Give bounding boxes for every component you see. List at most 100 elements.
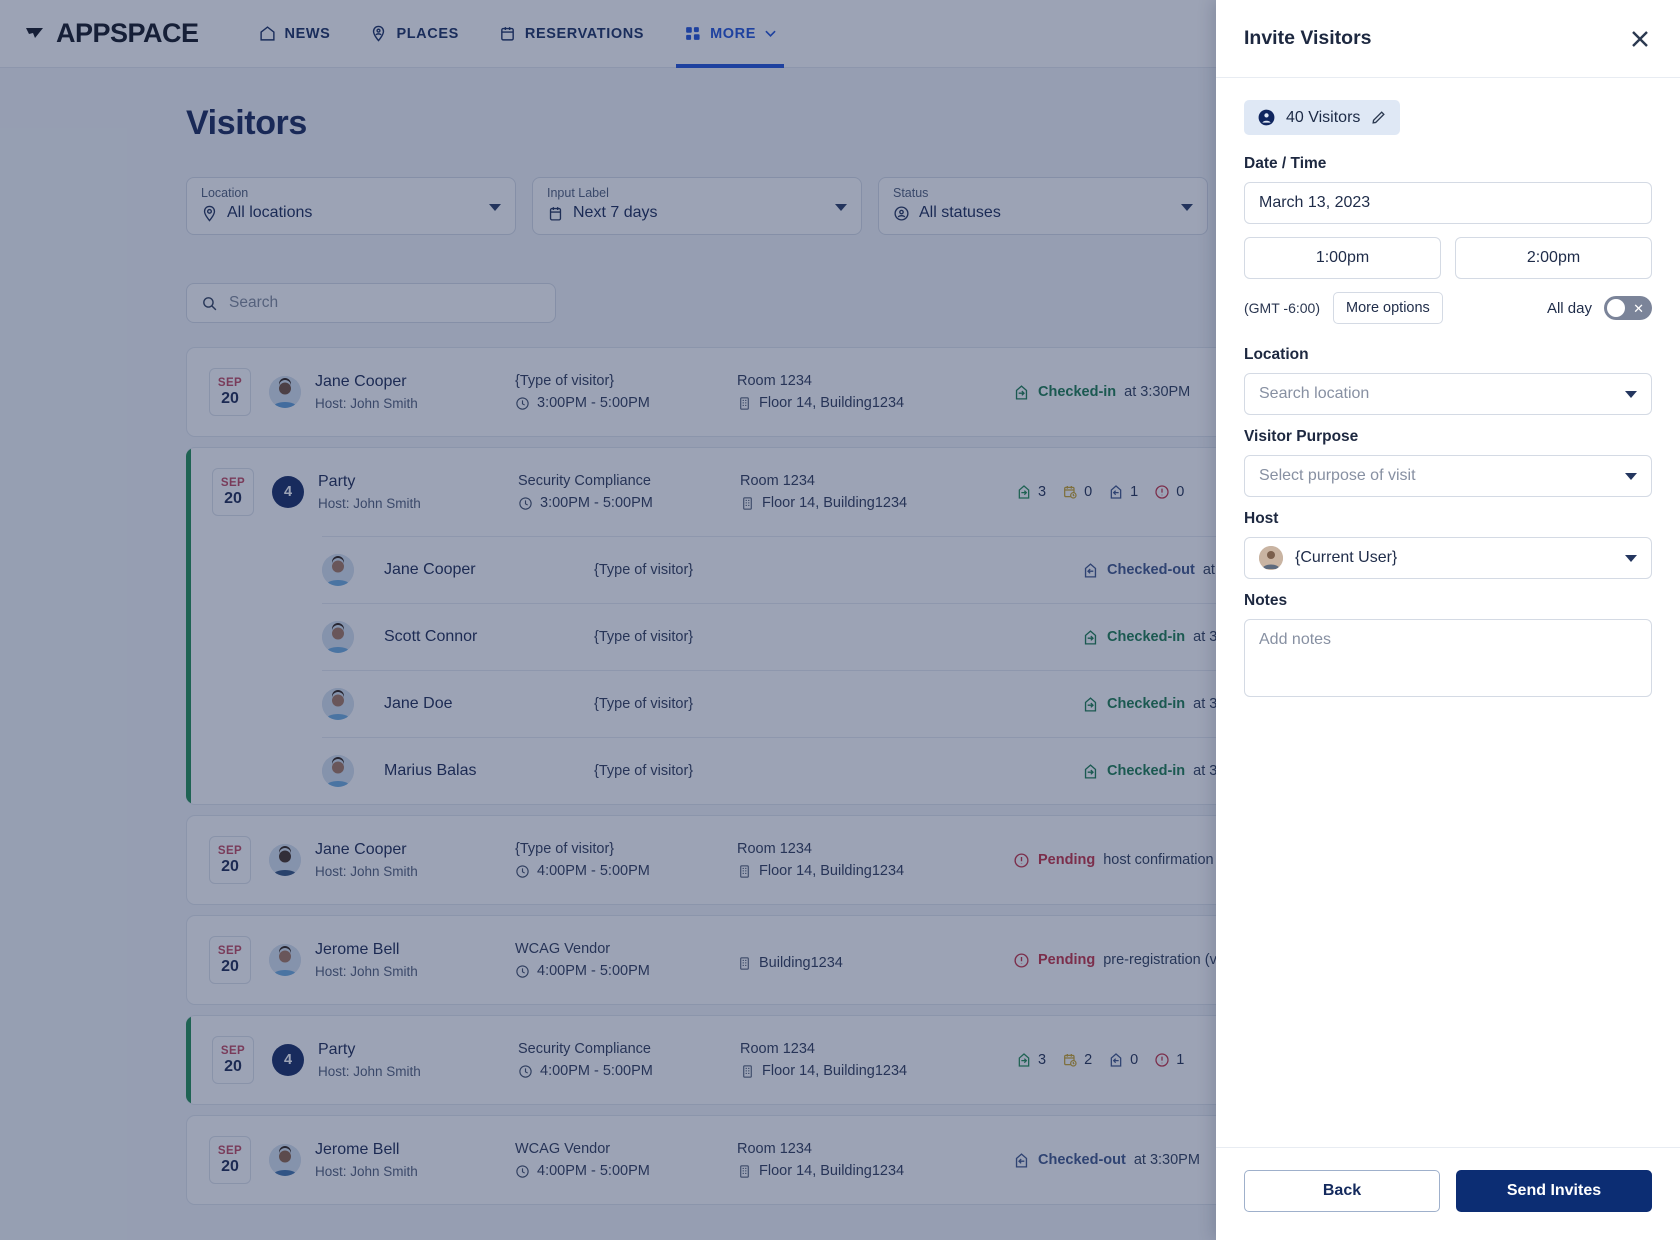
visitor-floor: Floor 14, Building1234 — [737, 863, 1007, 879]
clock-icon — [516, 396, 529, 410]
date-day: 20 — [221, 957, 239, 975]
date-month: SEP — [220, 476, 246, 489]
nav-label-places: PLACES — [396, 25, 459, 42]
avatar-image — [269, 944, 301, 976]
visitor-name-cell: Party Host: John Smith — [318, 1041, 518, 1079]
checkout-icon — [1084, 562, 1097, 578]
visitor-room: Room 1234 — [737, 841, 812, 857]
visitor-name: Jerome Bell — [315, 1141, 400, 1158]
filter-location[interactable]: Location All locations — [186, 177, 516, 235]
building-icon — [740, 396, 749, 410]
filter-daterange-value: Next 7 days — [573, 204, 658, 221]
list-search-input[interactable]: Search — [186, 283, 556, 323]
member-name-cell: Marius Balas — [384, 762, 594, 780]
visitor-name: Jerome Bell — [315, 941, 400, 958]
calendar-icon — [549, 206, 562, 221]
end-time-input[interactable]: 2:00pm — [1455, 237, 1652, 279]
host-select[interactable]: {Current User} — [1244, 537, 1652, 579]
panel-footer: Back Send Invites — [1216, 1147, 1680, 1240]
avatar — [269, 376, 301, 408]
alert-icon — [1155, 1053, 1169, 1067]
status-strong: Checked-in — [1107, 696, 1186, 712]
person-icon — [1258, 109, 1275, 126]
home-icon — [259, 26, 275, 41]
more-options-button[interactable]: More options — [1332, 292, 1443, 324]
location-input[interactable]: Search location — [1244, 373, 1652, 415]
nav-item-more[interactable]: MORE — [664, 0, 796, 68]
building-icon — [740, 956, 749, 970]
nav-label-more: MORE — [710, 25, 756, 42]
start-time-input[interactable]: 1:00pm — [1244, 237, 1441, 279]
date-input[interactable]: March 13, 2023 — [1244, 182, 1652, 224]
date-day: 20 — [221, 857, 239, 875]
filter-status-value: All statuses — [919, 204, 1001, 221]
avatar — [269, 944, 301, 976]
avatar — [322, 554, 354, 586]
timezone-label: (GMT -6:00) — [1244, 300, 1320, 316]
purpose-select[interactable]: Select purpose of visit — [1244, 455, 1652, 497]
member-name: Jane Doe — [384, 695, 453, 712]
member-name: Scott Connor — [384, 628, 478, 645]
visitor-type: WCAG Vendor — [515, 941, 611, 957]
status-badge: Checked-in at 3:30PM — [1013, 384, 1190, 401]
filter-status[interactable]: Status All statuses — [878, 177, 1208, 235]
status-detail: at 3:30PM — [1133, 1152, 1200, 1168]
avatar-image — [269, 844, 301, 876]
status-strong: Checked-out — [1038, 1152, 1126, 1168]
back-button[interactable]: Back — [1244, 1170, 1440, 1212]
visitor-time: 4:00PM - 5:00PM — [518, 1063, 740, 1079]
panel-header: Invite Visitors — [1216, 0, 1680, 78]
filter-location-label: Location — [201, 186, 249, 200]
visitor-host: Host: John Smith — [315, 396, 418, 411]
building-icon — [743, 496, 752, 510]
visitor-name-cell: Jerome Bell Host: John Smith — [315, 941, 515, 979]
visitor-room-cell: Building1234 — [737, 949, 1007, 971]
visitor-type-cell: WCAG Vendor 4:00PM - 5:00PM — [515, 1141, 737, 1179]
visitor-name-cell: Jane Cooper Host: John Smith — [315, 841, 515, 879]
date-time-label: Date / Time — [1244, 155, 1327, 172]
visitor-host: Host: John Smith — [315, 864, 418, 879]
visitor-name: Jane Cooper — [315, 373, 407, 390]
host-label: Host — [1244, 510, 1279, 527]
clock-icon — [516, 1164, 529, 1178]
filter-daterange[interactable]: Input Label Next 7 days — [532, 177, 862, 235]
nav-item-places[interactable]: PLACES — [350, 0, 478, 68]
checkout-icon — [1015, 1152, 1028, 1168]
status-badge: Pending pre-registration (v — [1013, 952, 1217, 969]
visitors-count-chip[interactable]: 40 Visitors — [1244, 100, 1401, 135]
visitor-host: Host: John Smith — [318, 1064, 421, 1079]
end-time-value: 2:00pm — [1526, 249, 1581, 266]
nav-item-reservations[interactable]: RESERVATIONS — [479, 0, 664, 68]
party-counter-3: 0 — [1154, 484, 1184, 500]
notes-placeholder: Add notes — [1259, 631, 1332, 648]
date-day: 20 — [221, 1157, 239, 1175]
date-badge: SEP 20 — [209, 936, 251, 984]
search-icon — [203, 296, 217, 310]
all-day-toggle[interactable]: ✕ — [1604, 296, 1652, 320]
edit-pencil-icon[interactable] — [1370, 109, 1387, 126]
appspace-logo[interactable]: APPSPACE — [26, 18, 199, 49]
nav-item-news[interactable]: NEWS — [239, 0, 351, 68]
expected-icon — [1064, 486, 1077, 499]
party-counter-value: 3 — [1038, 1052, 1047, 1068]
visitor-room-cell: Room 1234 Floor 14, Building1234 — [740, 473, 1010, 511]
avatar — [269, 844, 301, 876]
visitor-time: 3:00PM - 5:00PM — [518, 495, 740, 511]
visitor-type-cell: Security Compliance 3:00PM - 5:00PM — [518, 473, 740, 511]
date-badge: SEP 20 — [209, 1136, 251, 1184]
visitor-room-cell: Room 1234 Floor 14, Building1234 — [737, 841, 1007, 879]
close-icon[interactable] — [1628, 27, 1652, 51]
send-invites-button[interactable]: Send Invites — [1456, 1170, 1652, 1212]
avatar — [322, 688, 354, 720]
party-counter-0: 3 — [1016, 1052, 1046, 1068]
status-person-icon — [894, 205, 909, 221]
nav-label-news: NEWS — [284, 25, 331, 42]
visitor-host: Host: John Smith — [315, 964, 418, 979]
toggle-off-icon: ✕ — [1633, 300, 1644, 316]
visitor-floor: Floor 14, Building1234 — [740, 1063, 1010, 1079]
chevron-down-icon — [1181, 204, 1193, 211]
member-type: {Type of visitor} — [594, 562, 694, 578]
chevron-down-icon — [489, 204, 501, 211]
notes-textarea[interactable]: Add notes — [1244, 619, 1652, 697]
list-search-placeholder: Search — [229, 294, 279, 311]
